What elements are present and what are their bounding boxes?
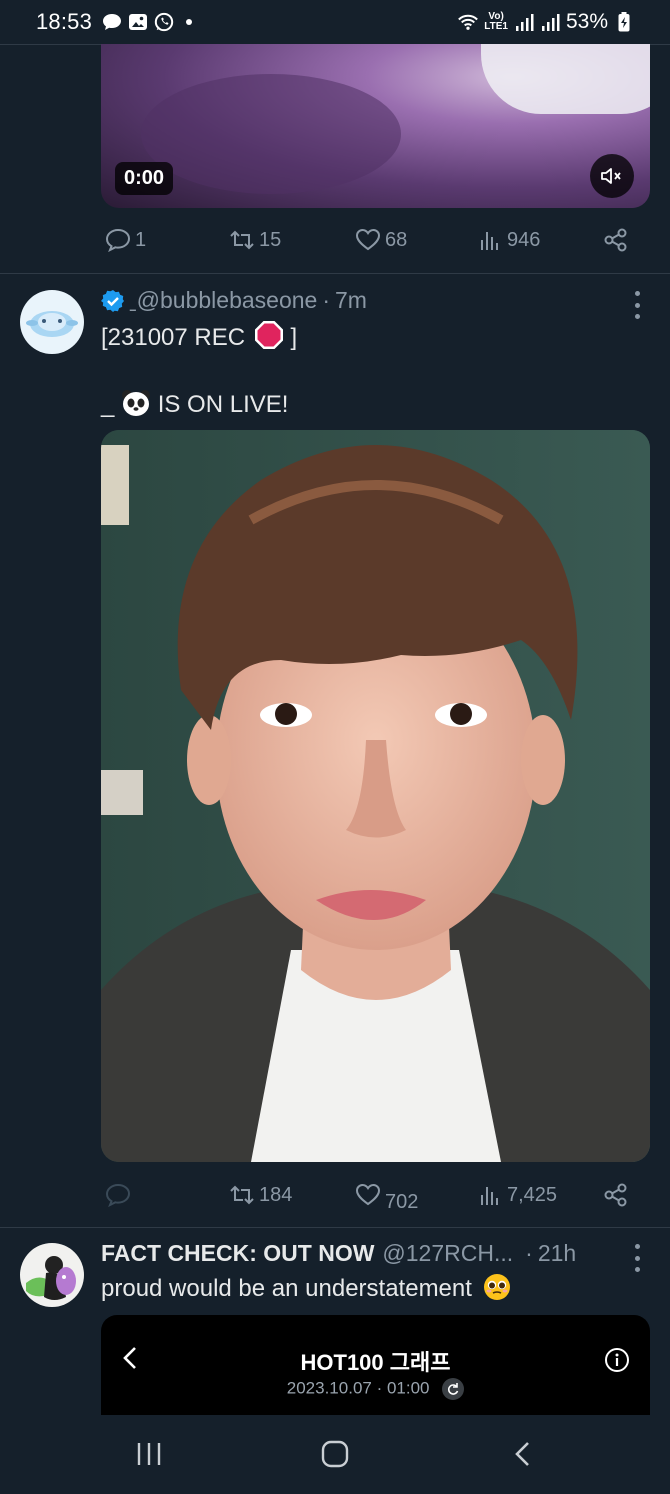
tweet-actions: 184 702 7,425: [101, 1175, 631, 1215]
card-title: HOT100 그래프: [300, 1350, 451, 1375]
embedded-card[interactable]: HOT100 그래프 2023.10.07 · 01:00: [101, 1315, 650, 1415]
share-button[interactable]: [603, 1182, 629, 1208]
like-count: 68: [385, 228, 408, 251]
retweet-button[interactable]: 15: [229, 228, 281, 252]
signal-icon: [514, 12, 534, 32]
reply-button[interactable]: 1: [105, 228, 146, 252]
video-frame-shape: [481, 44, 650, 114]
battery-icon: [614, 12, 634, 32]
stop-sign-emoji: [254, 320, 284, 357]
recents-nav-icon[interactable]: [135, 1440, 163, 1473]
views-icon: [481, 232, 498, 250]
retweet-count: 184: [259, 1183, 293, 1206]
avatar[interactable]: [20, 290, 84, 354]
retweet-icon: [230, 1185, 254, 1205]
tweet-text-line: [231007 REC ]: [101, 320, 297, 357]
tweet-divider: [0, 1227, 670, 1228]
tweet-header: FACT CHECK: OUT NOW @127RCH... · 21h: [101, 1240, 576, 1267]
system-nav-bar: [0, 1416, 670, 1494]
card-subtitle: 2023.10.07 · 01:00: [101, 1378, 650, 1400]
avatar[interactable]: [20, 1243, 84, 1307]
share-icon: [604, 1183, 627, 1207]
battery-percent: 53%: [565, 10, 608, 33]
reply-count: 1: [135, 228, 147, 251]
refresh-icon[interactable]: [442, 1378, 465, 1400]
info-icon[interactable]: [604, 1347, 630, 1378]
panda-emoji: [121, 389, 151, 424]
views-button[interactable]: 946: [479, 228, 540, 252]
tweet-actions: 1 15 68 946: [101, 220, 631, 260]
tweet-display-name[interactable]: FACT CHECK: OUT NOW: [101, 1240, 374, 1267]
more-icon[interactable]: [630, 1244, 644, 1272]
signal-icon: [540, 12, 560, 32]
reply-button[interactable]: [105, 1183, 135, 1207]
views-button[interactable]: 7,425: [479, 1183, 557, 1207]
views-count: 946: [507, 228, 541, 251]
video-timecode: 0:00: [115, 162, 174, 195]
pleading-emoji: [483, 1273, 511, 1308]
like-count: 702: [385, 1190, 419, 1213]
tweet-text-line: _ IS ON LIVE!: [101, 389, 288, 424]
like-button[interactable]: 68: [355, 228, 407, 252]
share-icon: [604, 228, 627, 252]
reply-icon: [105, 228, 131, 252]
mute-icon[interactable]: [590, 154, 634, 198]
video-player[interactable]: 0:00: [101, 44, 650, 208]
image-icon: [128, 12, 148, 32]
views-count: 7,425: [507, 1183, 558, 1206]
status-bar: 18:53 Vo) LTE1 53%: [0, 0, 670, 44]
like-icon: [355, 228, 381, 251]
chat-icon: [102, 12, 122, 32]
tweet-photo[interactable]: [101, 430, 650, 1162]
video-frame-shape: [141, 74, 401, 194]
wifi-icon: [458, 12, 479, 32]
separator-dot: ·: [322, 287, 330, 313]
tweet-text-line: proud would be an understatement: [101, 1273, 511, 1308]
views-icon: [481, 1187, 498, 1205]
whatsapp-icon: [154, 12, 174, 32]
more-icon[interactable]: [630, 291, 644, 319]
network-type: Vo) LTE1: [484, 11, 508, 32]
like-icon: [355, 1183, 381, 1206]
verified-icon: [101, 289, 124, 312]
status-time: 18:53: [36, 9, 93, 34]
tweet-time: 7m: [335, 287, 367, 313]
tweet-header: ˍ@bubblebaseone · 7m: [101, 287, 367, 314]
back-nav-icon[interactable]: [512, 1440, 534, 1473]
tweet-handle[interactable]: @127RCH...: [382, 1240, 513, 1267]
tweet-time: 21h: [537, 1240, 577, 1266]
retweet-count: 15: [259, 228, 282, 251]
share-button[interactable]: [603, 227, 629, 253]
reply-icon: [105, 1183, 131, 1207]
home-nav-icon[interactable]: [321, 1440, 349, 1473]
retweet-icon: [230, 230, 254, 250]
separator-dot: ·: [525, 1240, 533, 1266]
tweet-handle[interactable]: ˍ@bubblebaseone: [129, 287, 317, 314]
retweet-button[interactable]: 184: [229, 1183, 292, 1207]
tweet-divider: [0, 273, 670, 274]
like-button[interactable]: 702: [355, 1177, 418, 1214]
notification-dot: [186, 19, 193, 25]
